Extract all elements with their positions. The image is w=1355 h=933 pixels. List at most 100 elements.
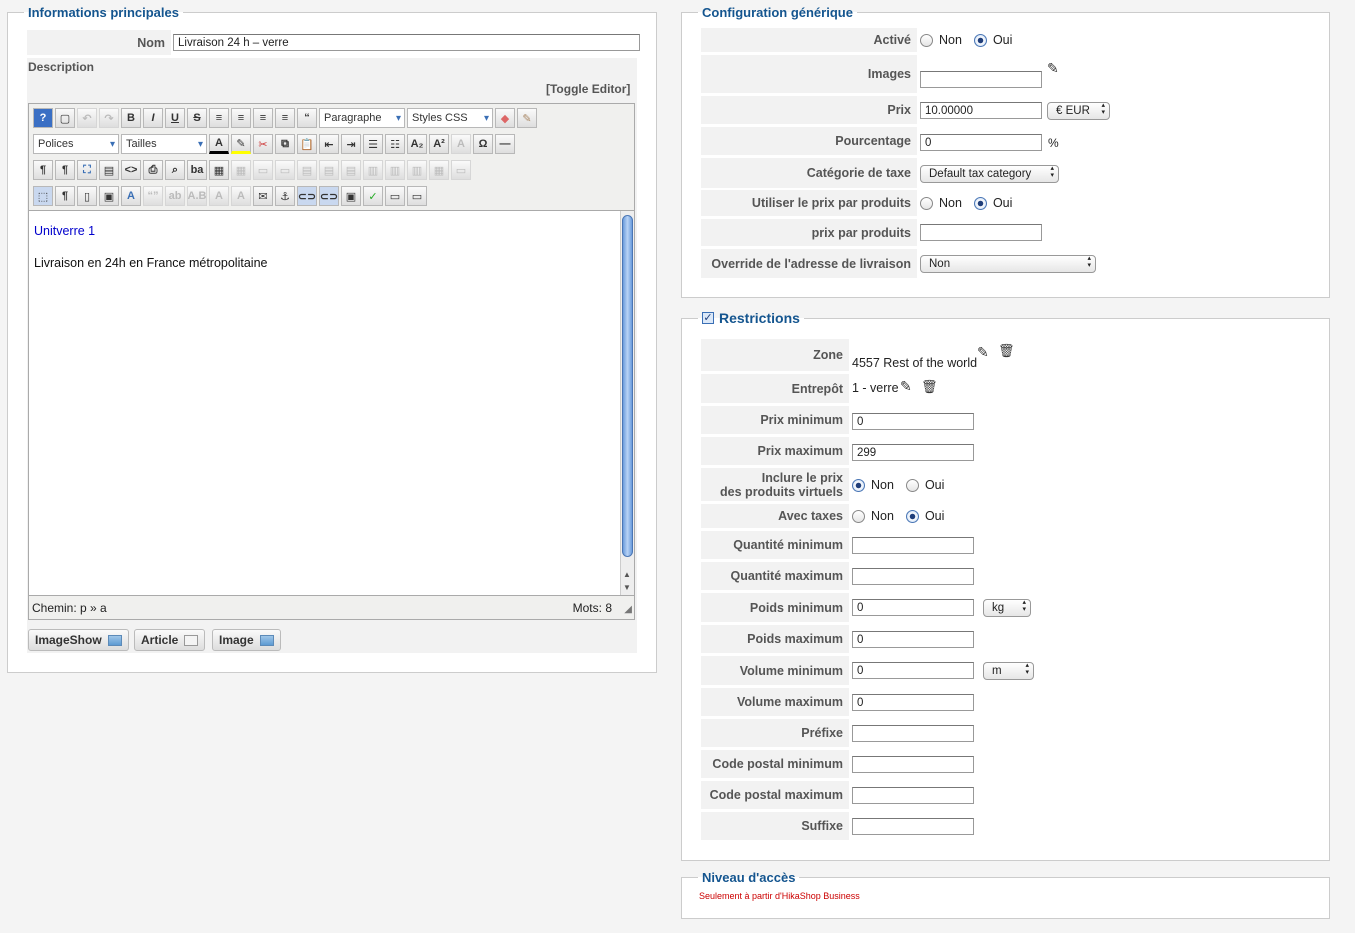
price-input[interactable] [920,102,1042,119]
sizes-select[interactable]: Tailles [121,134,207,154]
strikethrough-icon[interactable]: S [187,108,207,128]
cleanup-icon[interactable]: ✎ [517,108,537,128]
superscript-icon[interactable]: A² [429,134,449,154]
split-cells-icon[interactable]: ▦ [429,160,449,180]
highlight-color-icon[interactable]: ✎ [231,134,251,154]
paragraph-select[interactable]: Paragraphe [319,108,405,128]
spellcheck-icon[interactable]: ✓ [363,186,383,206]
resize-handle-icon[interactable]: ◢ [624,604,632,615]
currency-select[interactable]: € EUR [1047,102,1110,120]
underline-icon[interactable]: U [165,108,185,128]
percent-input[interactable] [920,134,1042,151]
content-link[interactable]: Unitverre 1 [34,224,95,238]
weight-unit-select[interactable]: kg [983,599,1031,617]
paste-icon[interactable]: 📋 [297,134,317,154]
subscript-icon[interactable]: A₂ [407,134,427,154]
editor-content[interactable]: Unitverre 1 Livraison en 24h en France m… [29,210,634,596]
warehouse-delete-icon[interactable]: 🗑 [921,379,938,395]
scrollbar-thumb[interactable] [622,215,633,557]
col-after-icon[interactable]: ▥ [385,160,405,180]
suffix-input[interactable] [852,818,974,835]
images-input[interactable] [920,71,1042,88]
show-blocks-icon[interactable]: ¶ [55,186,75,206]
delete-row-icon[interactable]: ▤ [341,160,361,180]
unlink-icon[interactable]: ⊂⊃ [319,186,339,206]
layer-icon[interactable]: ▭ [385,186,405,206]
help-icon[interactable]: ? [33,108,53,128]
merge-cells-icon[interactable]: ▭ [451,160,471,180]
anchor-icon[interactable]: ⚓ [275,186,295,206]
delete-col-icon[interactable]: ▥ [407,160,427,180]
insert-file-icon[interactable]: ▯ [77,186,97,206]
tax-category-select[interactable]: Default tax category [920,165,1059,183]
undo-icon[interactable]: ↶ [77,108,97,128]
link-icon[interactable]: ⊂⊃ [297,186,317,206]
new-document-icon[interactable]: ▢ [55,108,75,128]
active-no-radio[interactable] [920,33,933,47]
align-left-icon[interactable]: ≡ [253,108,273,128]
zone-delete-icon[interactable]: 🗑 [998,343,1015,359]
include-virtual-yes-radio[interactable] [905,478,919,492]
blockquote-icon[interactable]: “ [297,108,317,128]
rtl-icon[interactable]: ¶ [55,160,75,180]
text-color-icon[interactable]: A [209,134,229,154]
imageshow-button[interactable]: ImageShow [28,629,129,651]
max-qty-input[interactable] [852,568,974,585]
insert-image-icon[interactable]: ▣ [99,186,119,206]
min-weight-input[interactable] [852,599,974,616]
zone-edit-icon[interactable]: ✎ [977,344,989,361]
use-price-products-no-radio[interactable] [920,196,933,210]
visual-aid-icon[interactable]: ⬚ [33,186,53,206]
cut-icon[interactable]: ✂ [253,134,273,154]
styles-select[interactable]: Styles CSS [407,108,493,128]
table-cell-props-icon[interactable]: ▭ [275,160,295,180]
table-row-props-icon[interactable]: ▭ [253,160,273,180]
images-edit-icon[interactable]: ✎ [1047,60,1059,77]
image-manager-icon[interactable]: ▣ [341,186,361,206]
window-icon[interactable]: ▭ [407,186,427,206]
ordered-list-icon[interactable]: ☰ [363,134,383,154]
min-volume-input[interactable] [852,662,974,679]
align-right-icon[interactable]: ≡ [275,108,295,128]
attribs-icon[interactable]: ✉ [253,186,273,206]
scroll-down-icon[interactable]: ▼ [623,583,631,592]
include-virtual-no-radio[interactable] [852,478,865,492]
active-yes-radio[interactable] [973,33,987,47]
max-weight-input[interactable] [852,631,974,648]
find-icon[interactable]: ⌕ [165,160,185,180]
table-delete-icon[interactable]: ▦ [231,160,251,180]
abbr-icon[interactable]: ab [165,186,185,206]
restrictions-checkbox[interactable]: ✓ [702,312,714,324]
bullet-list-icon[interactable]: ☷ [385,134,405,154]
charmap-disabled-icon[interactable]: A [451,134,471,154]
with-taxes-no-radio[interactable] [852,509,865,523]
bold-icon[interactable]: B [121,108,141,128]
horizontal-rule-icon[interactable]: — [495,134,515,154]
col-before-icon[interactable]: ▥ [363,160,383,180]
outdent-icon[interactable]: ⇤ [319,134,339,154]
min-price-input[interactable] [852,413,974,430]
insert-table-icon[interactable]: ▦ [209,160,229,180]
eraser-icon[interactable]: ◆ [495,108,515,128]
price-per-products-input[interactable] [920,224,1042,241]
min-postal-input[interactable] [852,756,974,773]
omega-icon[interactable]: Ω [473,134,493,154]
scroll-up-icon[interactable]: ▲ [623,570,631,579]
max-postal-input[interactable] [852,787,974,804]
use-price-products-yes-radio[interactable] [973,196,987,210]
max-volume-input[interactable] [852,694,974,711]
acronym-icon[interactable]: A.B [187,186,207,206]
editor-scrollbar[interactable]: ▲ ▼ [620,211,634,595]
min-qty-input[interactable] [852,537,974,554]
align-justify-icon[interactable]: ≡ [209,108,229,128]
replace-icon[interactable]: ba [187,160,207,180]
image-button[interactable]: Image [212,629,281,651]
fonts-select[interactable]: Polices [33,134,119,154]
max-price-input[interactable] [852,444,974,461]
italic-icon[interactable]: I [143,108,163,128]
override-address-select[interactable]: Non [920,255,1096,273]
cite-icon[interactable]: “” [143,186,163,206]
ins-icon[interactable]: A [231,186,251,206]
name-input[interactable] [173,34,640,51]
del-icon[interactable]: A [209,186,229,206]
